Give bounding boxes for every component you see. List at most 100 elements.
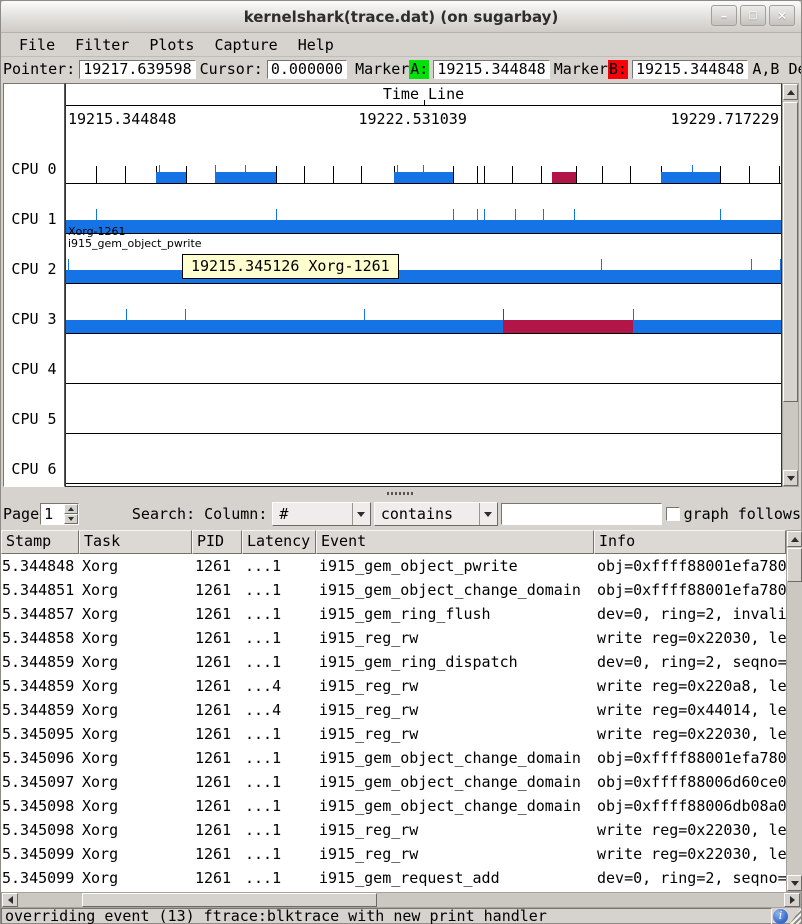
graph-scroll-track[interactable] — [783, 100, 798, 470]
cell-task: Xorg — [79, 866, 192, 890]
table-row[interactable]: 5.345099Xorg1261...1i915_gem_request_add… — [1, 866, 786, 890]
event-label: i915_gem_object_pwrite — [68, 237, 202, 250]
close-icon: ✕ — [777, 9, 787, 23]
cpu-tick — [720, 166, 721, 183]
table-scroll-track[interactable] — [787, 547, 802, 875]
cpu-tick — [453, 166, 454, 183]
table-scroll-thumb[interactable] — [787, 548, 802, 582]
table-row[interactable]: 5.345099Xorg1261...1i915_reg_rwwrite reg… — [1, 842, 786, 866]
table-row[interactable]: 5.344859Xorg1261...4i915_reg_rwwrite reg… — [1, 698, 786, 722]
event-tick — [397, 165, 398, 172]
menu-item-file[interactable]: File — [9, 34, 65, 56]
cell-stamp: 5.344859 — [1, 698, 79, 722]
table-hscrollbar — [1, 892, 801, 908]
marker-a-badge[interactable]: A: — [409, 60, 429, 79]
column-header-pid[interactable]: PID — [192, 530, 242, 554]
column-header-task[interactable]: Task — [79, 530, 192, 554]
cell-event: i915_reg_rw — [316, 698, 594, 722]
cpu-label-column: CPU 0CPU 1CPU 2CPU 3CPU 4CPU 5CPU 6 — [3, 83, 65, 487]
pane-splitter[interactable] — [1, 489, 801, 498]
cell-stamp: 5.345095 — [1, 722, 79, 746]
table-scroll-up-button[interactable] — [787, 531, 802, 547]
arrow-up-icon — [787, 90, 795, 95]
page-spinner[interactable]: 1 — [40, 503, 79, 525]
column-header-info[interactable]: Info — [594, 530, 786, 554]
resize-grip[interactable] — [789, 908, 801, 924]
task-bar — [503, 320, 633, 333]
cell-info: write reg=0x22030, len=4 — [594, 626, 786, 650]
table-row[interactable]: 5.345095Xorg1261...1i915_reg_rwwrite reg… — [1, 722, 786, 746]
cell-stamp: 5.344851 — [1, 578, 79, 602]
graph-scroll-thumb[interactable] — [783, 102, 798, 402]
column-header-stamp[interactable]: Stamp — [1, 530, 79, 554]
spinner-down-button[interactable] — [64, 514, 78, 524]
cell-task: Xorg — [79, 578, 192, 602]
task-bar — [66, 320, 503, 333]
cell-stamp: 5.344858 — [1, 626, 79, 650]
table-row[interactable]: 5.345098Xorg1261...1i915_gem_object_chan… — [1, 794, 786, 818]
cell-info: write reg=0x220a8, len=4 — [594, 674, 786, 698]
table-row[interactable]: 5.344848Xorg1261...1i915_gem_object_pwri… — [1, 554, 786, 578]
marker-a-value: 19215.344848 — [433, 60, 549, 79]
event-tick — [503, 309, 504, 320]
column-select[interactable]: # — [272, 502, 370, 526]
cell-task: Xorg — [79, 794, 192, 818]
menu-item-help[interactable]: Help — [288, 34, 344, 56]
menu-item-filter[interactable]: Filter — [65, 34, 139, 56]
cell-stamp: 5.345097 — [1, 770, 79, 794]
marker-b-badge[interactable]: B: — [608, 60, 628, 79]
graph-scroll-up-button[interactable] — [783, 84, 798, 100]
match-select[interactable]: contains — [374, 502, 498, 526]
cpu-tick — [484, 166, 485, 183]
timeline-plot[interactable]: Time Line 19215.344848 19222.531039 1922… — [65, 83, 782, 487]
cpu-band-0[interactable] — [66, 134, 781, 184]
spinner-up-button[interactable] — [64, 504, 78, 514]
scroll-right-button[interactable] — [784, 893, 800, 907]
cell-task: Xorg — [79, 818, 192, 842]
cell-pid: 1261 — [192, 818, 242, 842]
graph-scroll-down-button[interactable] — [783, 470, 798, 486]
cell-stamp: 5.345098 — [1, 818, 79, 842]
spinner-buttons — [64, 504, 78, 524]
table-row[interactable]: 5.344858Xorg1261...1i915_reg_rwwrite reg… — [1, 626, 786, 650]
table-row[interactable]: 5.344859Xorg1261...1i915_gem_ring_dispat… — [1, 650, 786, 674]
close-button[interactable]: ✕ — [769, 5, 795, 26]
table-row[interactable]: 5.344859Xorg1261...4i915_reg_rwwrite reg… — [1, 674, 786, 698]
scroll-left-button[interactable] — [2, 893, 18, 907]
arrow-left-icon — [8, 896, 13, 904]
search-input[interactable] — [501, 503, 662, 525]
minimize-icon: – — [721, 9, 727, 23]
cell-stamp: 5.345098 — [1, 794, 79, 818]
chevron-down-icon — [357, 512, 365, 517]
cpu-tick — [125, 166, 126, 183]
menu-item-plots[interactable]: Plots — [139, 34, 204, 56]
maximize-button[interactable]: □ — [740, 5, 766, 26]
column-header-event[interactable]: Event — [316, 530, 594, 554]
minimize-button[interactable]: – — [711, 5, 737, 26]
menu-item-capture[interactable]: Capture — [204, 34, 287, 56]
table-row[interactable]: 5.344857Xorg1261...1i915_gem_ring_flushd… — [1, 602, 786, 626]
cpu-tick — [749, 166, 750, 183]
column-header-latency[interactable]: Latency — [242, 530, 316, 554]
cpu-band-1[interactable] — [66, 184, 781, 234]
titlebar[interactable]: kernelshark(trace.dat) (on sugarbay) – □… — [1, 1, 801, 33]
cpu-tick — [602, 166, 603, 183]
cell-info: write reg=0x22030, len=4 — [594, 842, 786, 866]
cell-stamp: 5.344857 — [1, 602, 79, 626]
table-row[interactable]: 5.345096Xorg1261...1i915_gem_object_chan… — [1, 746, 786, 770]
arrow-up-icon — [68, 507, 74, 511]
cpu-tick — [477, 166, 478, 183]
hscroll-thumb[interactable] — [82, 893, 377, 907]
window-title: kernelshark(trace.dat) (on sugarbay) — [244, 8, 559, 26]
table-row[interactable]: 5.345097Xorg1261...1i915_gem_object_chan… — [1, 770, 786, 794]
cpu-band-4[interactable] — [66, 334, 781, 384]
table-row[interactable]: 5.344851Xorg1261...1i915_gem_object_chan… — [1, 578, 786, 602]
table-row[interactable]: 5.345098Xorg1261...1i915_reg_rwwrite reg… — [1, 818, 786, 842]
info-icon[interactable]: i — [773, 909, 788, 924]
cpu-band-5[interactable] — [66, 384, 781, 434]
cpu-band-6[interactable] — [66, 434, 781, 484]
graph-follows-checkbox[interactable] — [666, 507, 680, 521]
event-tick — [515, 209, 516, 220]
table-scroll-down-button[interactable] — [787, 875, 802, 891]
cpu-band-3[interactable] — [66, 284, 781, 334]
